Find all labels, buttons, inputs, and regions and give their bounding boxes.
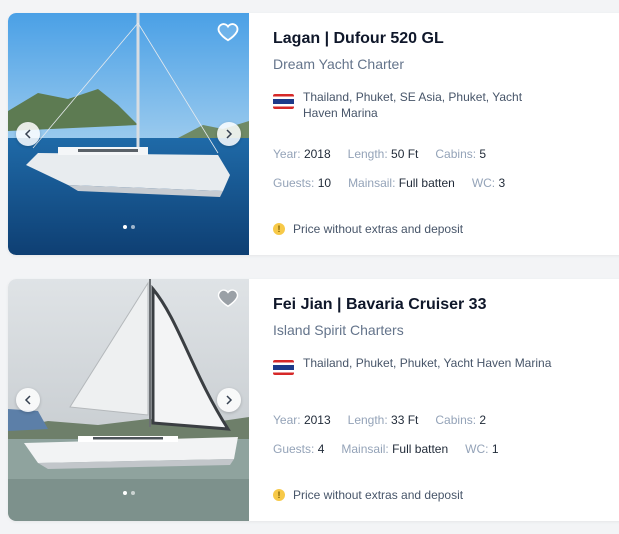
spec-cabins: Cabins: 2 <box>435 413 487 427</box>
listing-title[interactable]: Lagan | Dufour 520 GL <box>273 30 444 48</box>
specs-row: Year: 2013 Length: 33 Ft Cabins: 2 <box>273 413 503 427</box>
prev-photo-button[interactable] <box>16 122 40 146</box>
spec-length: Length: 50 Ft <box>347 147 419 161</box>
spec-guests: Guests: 4 <box>273 442 325 456</box>
listing-card[interactable]: Fei Jian | Bavaria Cruiser 33 Island Spi… <box>8 279 619 521</box>
price-note: ! Price without extras and deposit <box>273 222 463 236</box>
pagination-dot[interactable] <box>122 491 127 495</box>
prev-photo-button[interactable] <box>16 388 40 412</box>
info-icon: ! <box>273 489 285 501</box>
charter-company: Dream Yacht Charter <box>273 56 404 72</box>
listing-info: Fei Jian | Bavaria Cruiser 33 Island Spi… <box>273 279 619 521</box>
specs-row: Year: 2018 Length: 50 Ft Cabins: 5 <box>273 147 503 161</box>
photo-pagination <box>8 482 249 500</box>
listing-card[interactable]: Lagan | Dufour 520 GL Dream Yacht Charte… <box>8 13 619 255</box>
heart-filled-icon <box>217 289 239 308</box>
specs-row: Guests: 4 Mainsail: Full batten WC: 1 <box>273 442 516 456</box>
photo-pagination <box>8 216 249 234</box>
listing-info: Lagan | Dufour 520 GL Dream Yacht Charte… <box>273 13 619 255</box>
location: Thailand, Phuket, SE Asia, Phuket, Yacht… <box>273 89 553 121</box>
charter-company: Island Spirit Charters <box>273 322 404 338</box>
spec-length: Length: 33 Ft <box>347 413 419 427</box>
thailand-flag-icon <box>273 94 294 109</box>
yacht-photo[interactable] <box>8 279 249 521</box>
pagination-dot[interactable] <box>130 491 135 495</box>
chevron-right-icon <box>226 129 233 139</box>
yacht-photo[interactable] <box>8 13 249 255</box>
location-text: Thailand, Phuket, SE Asia, Phuket, Yacht… <box>303 90 523 120</box>
heart-outline-icon <box>217 23 239 42</box>
price-note: ! Price without extras and deposit <box>273 488 463 502</box>
chevron-left-icon <box>24 395 31 405</box>
spec-cabins: Cabins: 5 <box>435 147 487 161</box>
specs-row: Guests: 10 Mainsail: Full batten WC: 3 <box>273 176 522 190</box>
chevron-right-icon <box>226 395 233 405</box>
location: Thailand, Phuket, Phuket, Yacht Haven Ma… <box>273 355 553 375</box>
pagination-dot[interactable] <box>130 225 135 229</box>
spec-wc: WC: 1 <box>465 442 499 456</box>
spec-mainsail: Mainsail: Full batten <box>348 176 455 190</box>
info-icon: ! <box>273 223 285 235</box>
favorite-button[interactable] <box>217 21 239 43</box>
pagination-dot[interactable] <box>122 225 127 229</box>
chevron-left-icon <box>24 129 31 139</box>
thailand-flag-icon <box>273 360 294 375</box>
listing-title[interactable]: Fei Jian | Bavaria Cruiser 33 <box>273 296 486 314</box>
spec-guests: Guests: 10 <box>273 176 332 190</box>
spec-year: Year: 2018 <box>273 147 331 161</box>
next-photo-button[interactable] <box>217 122 241 146</box>
spec-wc: WC: 3 <box>471 176 506 190</box>
next-photo-button[interactable] <box>217 388 241 412</box>
spec-year: Year: 2013 <box>273 413 331 427</box>
favorite-button[interactable] <box>217 287 239 309</box>
spec-mainsail: Mainsail: Full batten <box>341 442 449 456</box>
location-text: Thailand, Phuket, Phuket, Yacht Haven Ma… <box>303 356 552 370</box>
